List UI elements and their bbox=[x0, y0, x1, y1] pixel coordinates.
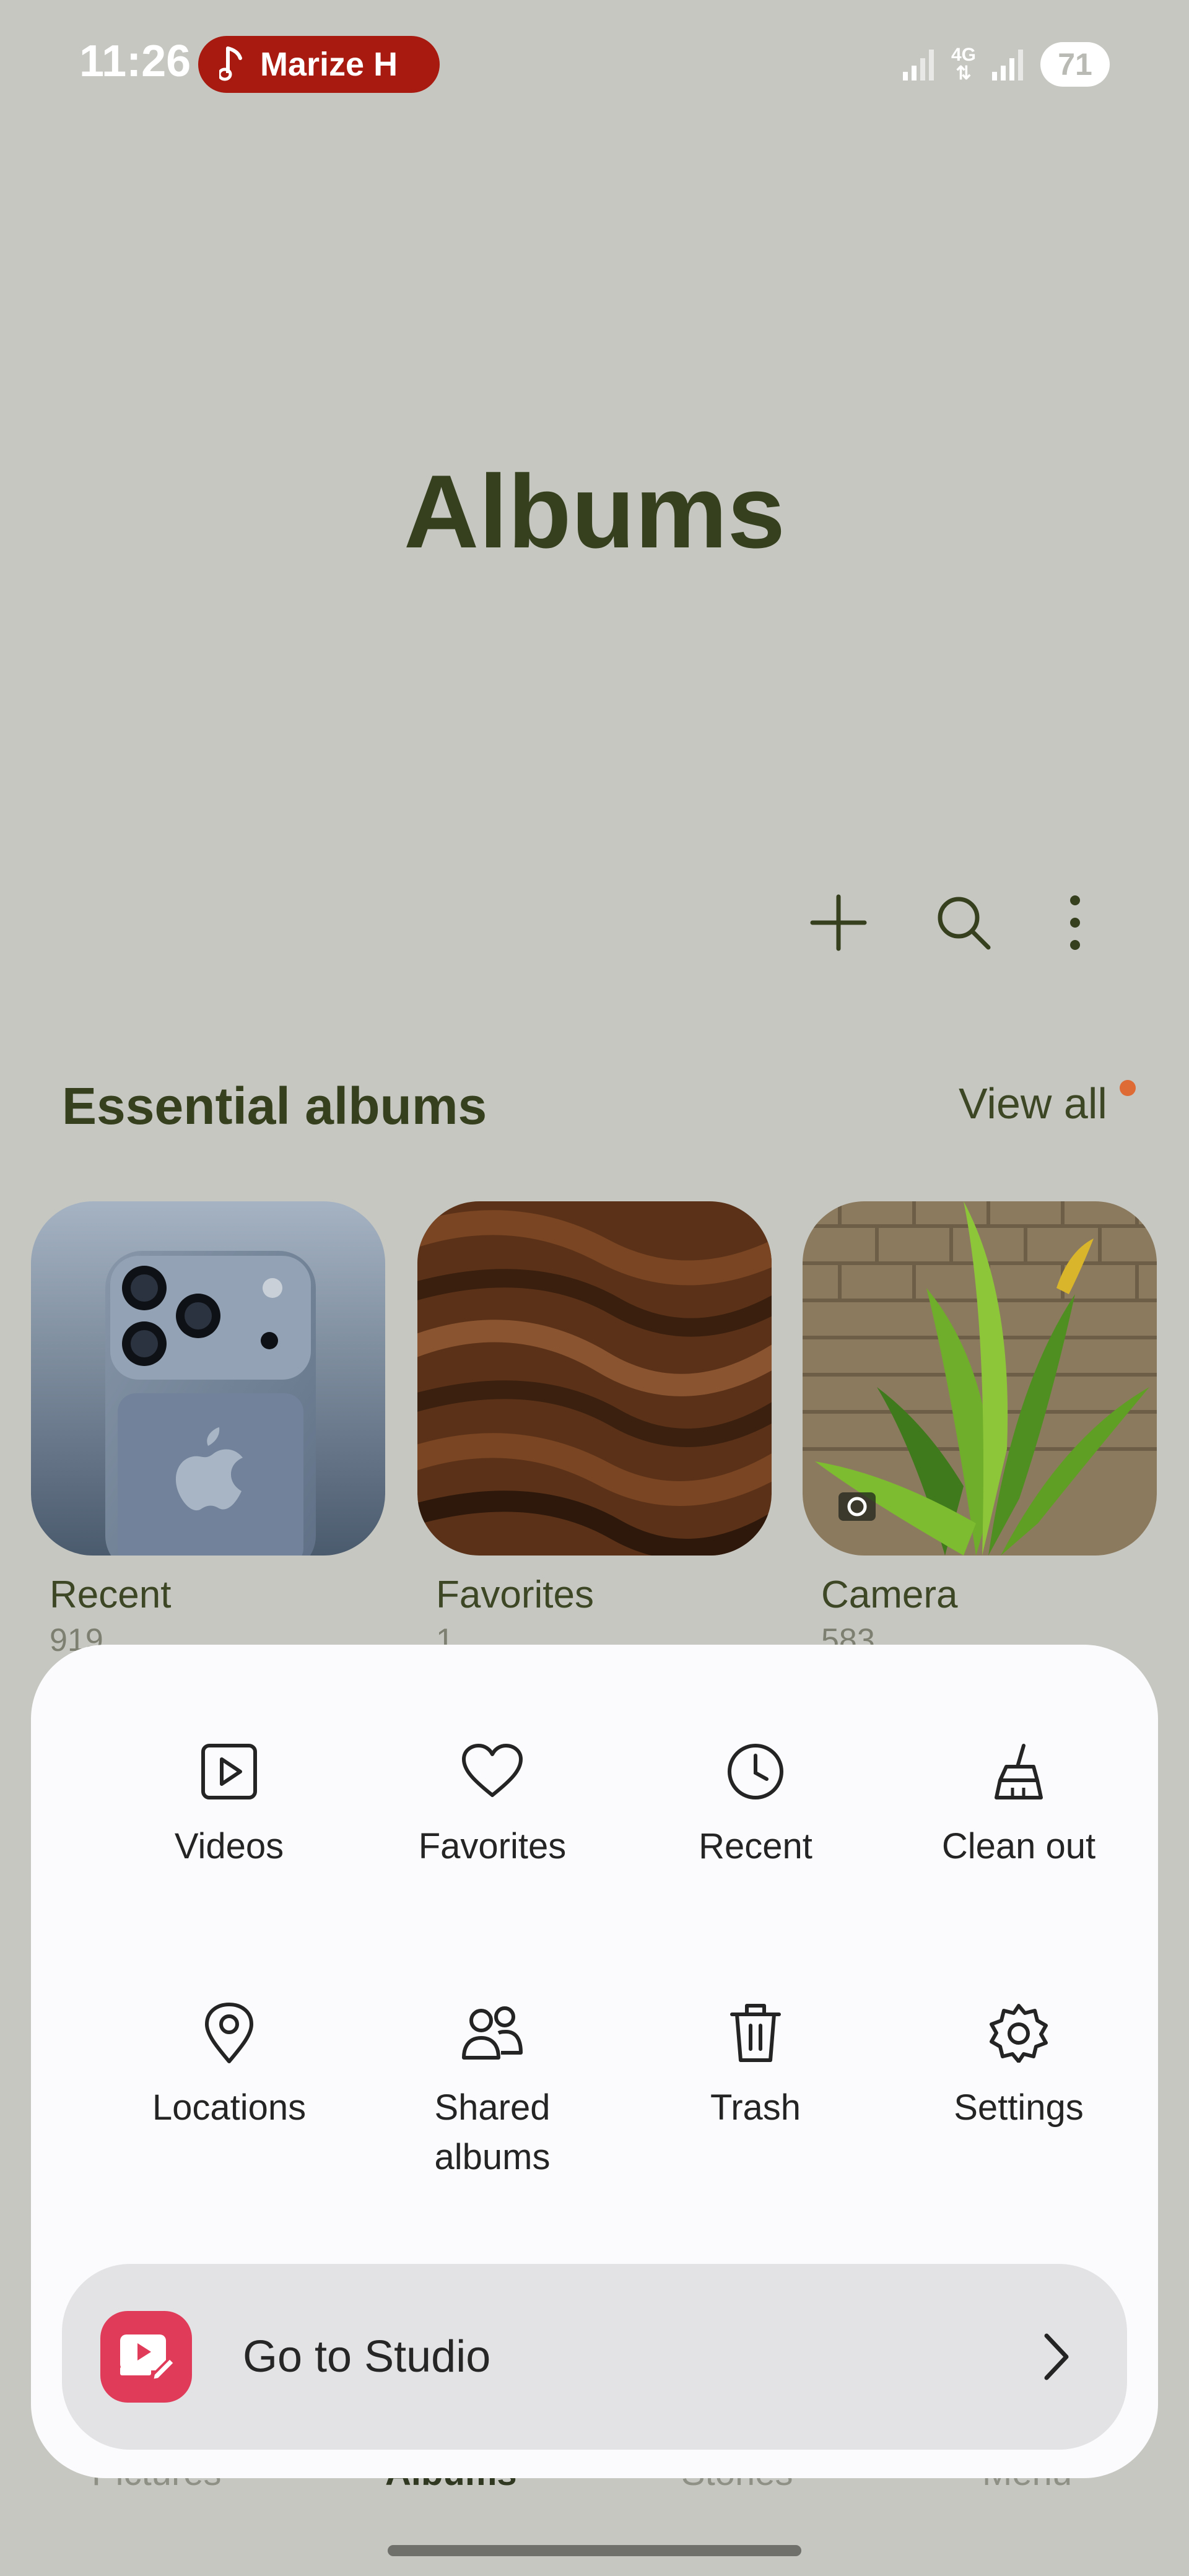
location-pin-icon bbox=[205, 2003, 253, 2063]
gear-icon bbox=[990, 2004, 1048, 2063]
data-arrows-icon: ⇅ bbox=[956, 63, 972, 84]
signal-icon bbox=[902, 50, 934, 80]
album-thumbnail[interactable] bbox=[417, 1201, 772, 1556]
signal-icon-2 bbox=[992, 50, 1023, 80]
menu-item-recent[interactable]: Recent bbox=[625, 1738, 886, 1871]
studio-label: Go to Studio bbox=[243, 2332, 491, 2382]
menu-item-label: Shared albums bbox=[434, 2087, 551, 2177]
heart-icon bbox=[462, 1744, 523, 1797]
people-icon bbox=[462, 2006, 523, 2060]
page-title: Albums bbox=[403, 453, 786, 570]
studio-icon bbox=[100, 2311, 192, 2403]
video-icon bbox=[201, 1744, 257, 1799]
phone-photo-thumbnail bbox=[31, 1201, 385, 1556]
album-name: Favorites bbox=[436, 1573, 594, 1616]
menu-item-label: Locations bbox=[152, 2087, 307, 2128]
menu-item-favorites[interactable]: Favorites bbox=[362, 1738, 622, 1871]
album-name: Recent bbox=[50, 1573, 172, 1616]
album-name: Camera bbox=[821, 1573, 958, 1616]
menu-item-videos[interactable]: Videos bbox=[99, 1738, 359, 1871]
search-button[interactable] bbox=[926, 886, 1001, 960]
menu-item-label: Settings bbox=[954, 2087, 1084, 2128]
status-bar: 11:26 Marize H 4G ⇅ 71 bbox=[0, 0, 1189, 130]
more-options-button[interactable] bbox=[1038, 886, 1112, 960]
media-title: Marize H bbox=[260, 46, 398, 83]
clock-icon bbox=[728, 1744, 783, 1799]
album-recent[interactable]: Recent 919 bbox=[31, 1201, 385, 1659]
chevron-right-icon bbox=[1040, 2332, 1071, 2382]
menu-item-label: Clean out bbox=[941, 1826, 1096, 1866]
wood-texture-thumbnail bbox=[417, 1201, 772, 1556]
view-all-link[interactable]: View all bbox=[959, 1079, 1107, 1128]
music-note-icon bbox=[219, 46, 242, 81]
menu-item-locations[interactable]: Locations bbox=[99, 1999, 359, 2133]
battery-indicator: 71 bbox=[1040, 42, 1110, 87]
add-album-button[interactable] bbox=[801, 886, 876, 960]
menu-item-clean-out[interactable]: Clean out bbox=[889, 1738, 1149, 1871]
menu-item-label: Recent bbox=[699, 1826, 812, 1866]
broom-icon bbox=[995, 1744, 1043, 1799]
go-to-studio-button[interactable]: Go to Studio bbox=[62, 2264, 1127, 2450]
status-icons: 4G ⇅ 71 bbox=[902, 38, 1110, 90]
new-badge-dot bbox=[1120, 1080, 1136, 1096]
media-playing-pill[interactable]: Marize H bbox=[198, 36, 440, 93]
status-time: 11:26 bbox=[79, 37, 191, 86]
menu-item-label: Favorites bbox=[418, 1826, 567, 1866]
network-type: 4G ⇅ bbox=[951, 45, 976, 84]
home-indicator[interactable] bbox=[388, 2545, 801, 2556]
trash-icon bbox=[730, 2004, 781, 2062]
search-icon bbox=[938, 897, 991, 950]
plant-photo-thumbnail bbox=[803, 1201, 1157, 1556]
album-favorites[interactable]: Favorites 1 bbox=[417, 1201, 772, 1659]
quick-menu-popup: Videos Favorites Recent Clean out Locati… bbox=[31, 1645, 1158, 2478]
plus-icon bbox=[810, 894, 867, 951]
essential-albums-title: Essential albums bbox=[62, 1077, 487, 1135]
menu-item-trash[interactable]: Trash bbox=[625, 1999, 886, 2133]
album-thumbnail[interactable] bbox=[803, 1201, 1157, 1556]
menu-item-label: Trash bbox=[710, 2087, 801, 2128]
more-vertical-icon bbox=[1070, 895, 1080, 950]
menu-item-settings[interactable]: Settings bbox=[889, 1999, 1149, 2133]
album-camera[interactable]: Camera 583 bbox=[803, 1201, 1157, 1659]
menu-item-label: Videos bbox=[174, 1826, 284, 1866]
menu-item-shared-albums[interactable]: Shared albums bbox=[362, 1999, 622, 2182]
album-thumbnail[interactable] bbox=[31, 1201, 385, 1556]
